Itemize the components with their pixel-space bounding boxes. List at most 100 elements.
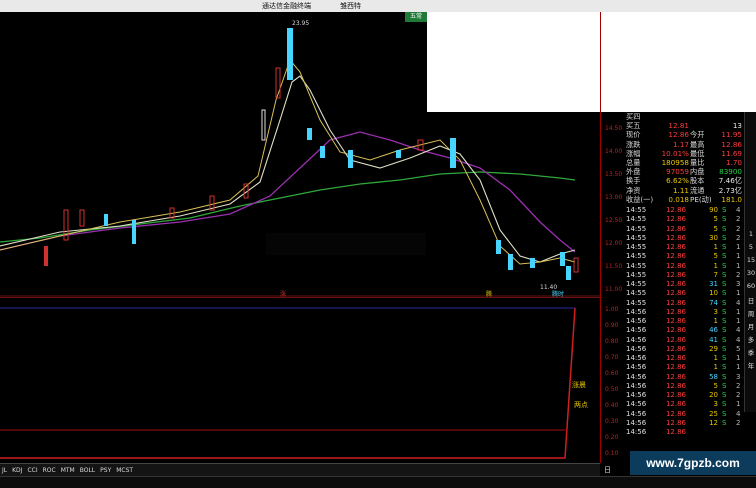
price-tick: 11.50 bbox=[605, 263, 623, 270]
quote-label-2: 最高 bbox=[690, 139, 705, 149]
tick-count: 3 bbox=[736, 372, 741, 381]
tick-price: 12.86 bbox=[665, 409, 686, 418]
period-button[interactable]: 60 bbox=[746, 282, 756, 290]
tick-time: 14:55 bbox=[626, 261, 647, 270]
period-button[interactable]: 周 bbox=[746, 308, 756, 318]
top-badge[interactable]: 五常 bbox=[405, 12, 427, 22]
quote-value-2: 181.0 bbox=[721, 194, 742, 204]
indicator-label-2: 两点 bbox=[574, 401, 588, 409]
indicator-tab[interactable]: MCST bbox=[116, 467, 133, 474]
period-button[interactable]: 多 bbox=[746, 334, 756, 344]
quote-label: 净资 bbox=[626, 185, 641, 195]
tick-price: 12.86 bbox=[665, 344, 686, 353]
indicator-tab[interactable]: KDJ bbox=[12, 467, 22, 474]
indicator-tick: 0.50 bbox=[605, 386, 619, 393]
tick-time: 14:56 bbox=[626, 354, 647, 362]
tick-time: 14:56 bbox=[626, 363, 647, 372]
quote-label-2: 量比 bbox=[690, 158, 705, 167]
tick-price: 12.86 bbox=[665, 428, 686, 436]
quote-label: 买五 bbox=[626, 121, 641, 131]
price-tick: 12.00 bbox=[605, 240, 623, 247]
period-button[interactable]: 5 bbox=[746, 243, 756, 251]
tick-count: 1 bbox=[736, 363, 741, 372]
quote-value: 10.01% bbox=[661, 148, 689, 158]
period-button[interactable]: 15 bbox=[746, 256, 756, 264]
quote-value: 180958 bbox=[661, 158, 689, 167]
tick-time: 14:55 bbox=[626, 206, 647, 214]
tick-price: 12.86 bbox=[665, 317, 686, 325]
indicator-tick: 0.40 bbox=[605, 402, 619, 409]
tick-count: 2 bbox=[736, 391, 741, 399]
quote-value-2: 13 bbox=[732, 121, 742, 131]
tick-volume: 1 bbox=[713, 363, 718, 372]
quote-label: 现价 bbox=[626, 130, 641, 140]
tick-volume: 1 bbox=[713, 354, 718, 362]
indicator-tab[interactable]: ROC bbox=[43, 467, 56, 474]
tick-price: 12.86 bbox=[665, 224, 686, 233]
tick-volume: 3 bbox=[713, 400, 718, 409]
indicator-tick: 0.70 bbox=[605, 354, 619, 361]
quote-label-2: 最低 bbox=[690, 148, 705, 158]
quote-value: 0.018 bbox=[668, 194, 689, 204]
tick-flag: S bbox=[722, 243, 727, 251]
quote-label: 总量 bbox=[626, 158, 641, 167]
marker-up: 涨 bbox=[280, 291, 287, 298]
tick-flag: S bbox=[722, 326, 727, 335]
tick-time: 14:55 bbox=[626, 252, 647, 261]
quote-label: 涨幅 bbox=[626, 148, 641, 158]
period-button[interactable]: 年 bbox=[746, 360, 756, 370]
tick-volume: 1 bbox=[713, 243, 718, 251]
quote-value: 1.11 bbox=[672, 185, 689, 195]
period-button[interactable]: 日 bbox=[746, 295, 756, 305]
quote-value: 1.17 bbox=[672, 139, 689, 149]
tick-time: 14:56 bbox=[626, 307, 647, 316]
tick-count: 2 bbox=[736, 270, 741, 279]
watermark-logo: www.7gpzb.com bbox=[630, 451, 756, 475]
tick-time: 14:55 bbox=[626, 215, 647, 224]
tick-volume: 58 bbox=[709, 372, 718, 381]
tick-flag: S bbox=[722, 344, 727, 353]
tick-flag: S bbox=[722, 206, 727, 214]
tick-time: 14:55 bbox=[626, 280, 647, 288]
period-button[interactable]: 季 bbox=[746, 347, 756, 357]
quote-value-2: 7.46亿 bbox=[718, 176, 742, 186]
tick-count: 3 bbox=[736, 280, 741, 288]
tick-count: 1 bbox=[736, 261, 741, 270]
tick-price: 12.86 bbox=[665, 261, 686, 270]
indicator-tab[interactable]: JL bbox=[2, 467, 7, 474]
indicator-tab[interactable]: CCI bbox=[27, 467, 37, 474]
tick-price: 12.86 bbox=[665, 298, 686, 307]
period-button[interactable]: 1 bbox=[746, 230, 756, 238]
tick-price: 12.86 bbox=[665, 289, 686, 298]
tick-time: 14:55 bbox=[626, 298, 647, 307]
tick-volume: 5 bbox=[713, 381, 718, 390]
tick-time: 14:55 bbox=[626, 224, 647, 233]
quote-value-2: 12.86 bbox=[721, 139, 742, 149]
quote-value: 12.86 bbox=[668, 130, 689, 140]
indicator-tab[interactable]: BOLL bbox=[80, 467, 95, 474]
tick-time: 14:55 bbox=[626, 233, 647, 242]
indicator-tab[interactable]: PSY bbox=[100, 467, 111, 474]
indicator-tab[interactable]: MTM bbox=[61, 467, 75, 474]
bottom-axis-end: 日 bbox=[604, 466, 611, 474]
indicator-label-1: 涨晨 bbox=[572, 381, 586, 389]
quote-label: 涨跌 bbox=[626, 139, 641, 149]
tick-volume: 46 bbox=[709, 326, 718, 335]
tick-flag: S bbox=[722, 261, 727, 270]
tick-count: 1 bbox=[736, 317, 741, 325]
tick-price: 12.86 bbox=[665, 391, 686, 399]
tick-volume: 5 bbox=[713, 252, 718, 261]
tick-count: 1 bbox=[736, 289, 741, 298]
tick-volume: 5 bbox=[713, 215, 718, 224]
tick-price: 12.86 bbox=[665, 381, 686, 390]
indicator-tick: 0.60 bbox=[605, 370, 619, 377]
tick-count: 4 bbox=[736, 409, 741, 418]
tick-count: 1 bbox=[736, 252, 741, 261]
quote-value: 12.81 bbox=[668, 121, 689, 131]
period-button[interactable]: 30 bbox=[746, 269, 756, 277]
tick-time: 14:56 bbox=[626, 418, 647, 427]
period-button[interactable]: 月 bbox=[746, 321, 756, 331]
quote-value: 6.62% bbox=[666, 176, 689, 186]
indicator-tabbar: JL KDJ CCI ROC MTM BOLL PSY MCST bbox=[0, 463, 600, 477]
quote-value-2: 11.69 bbox=[721, 148, 742, 158]
